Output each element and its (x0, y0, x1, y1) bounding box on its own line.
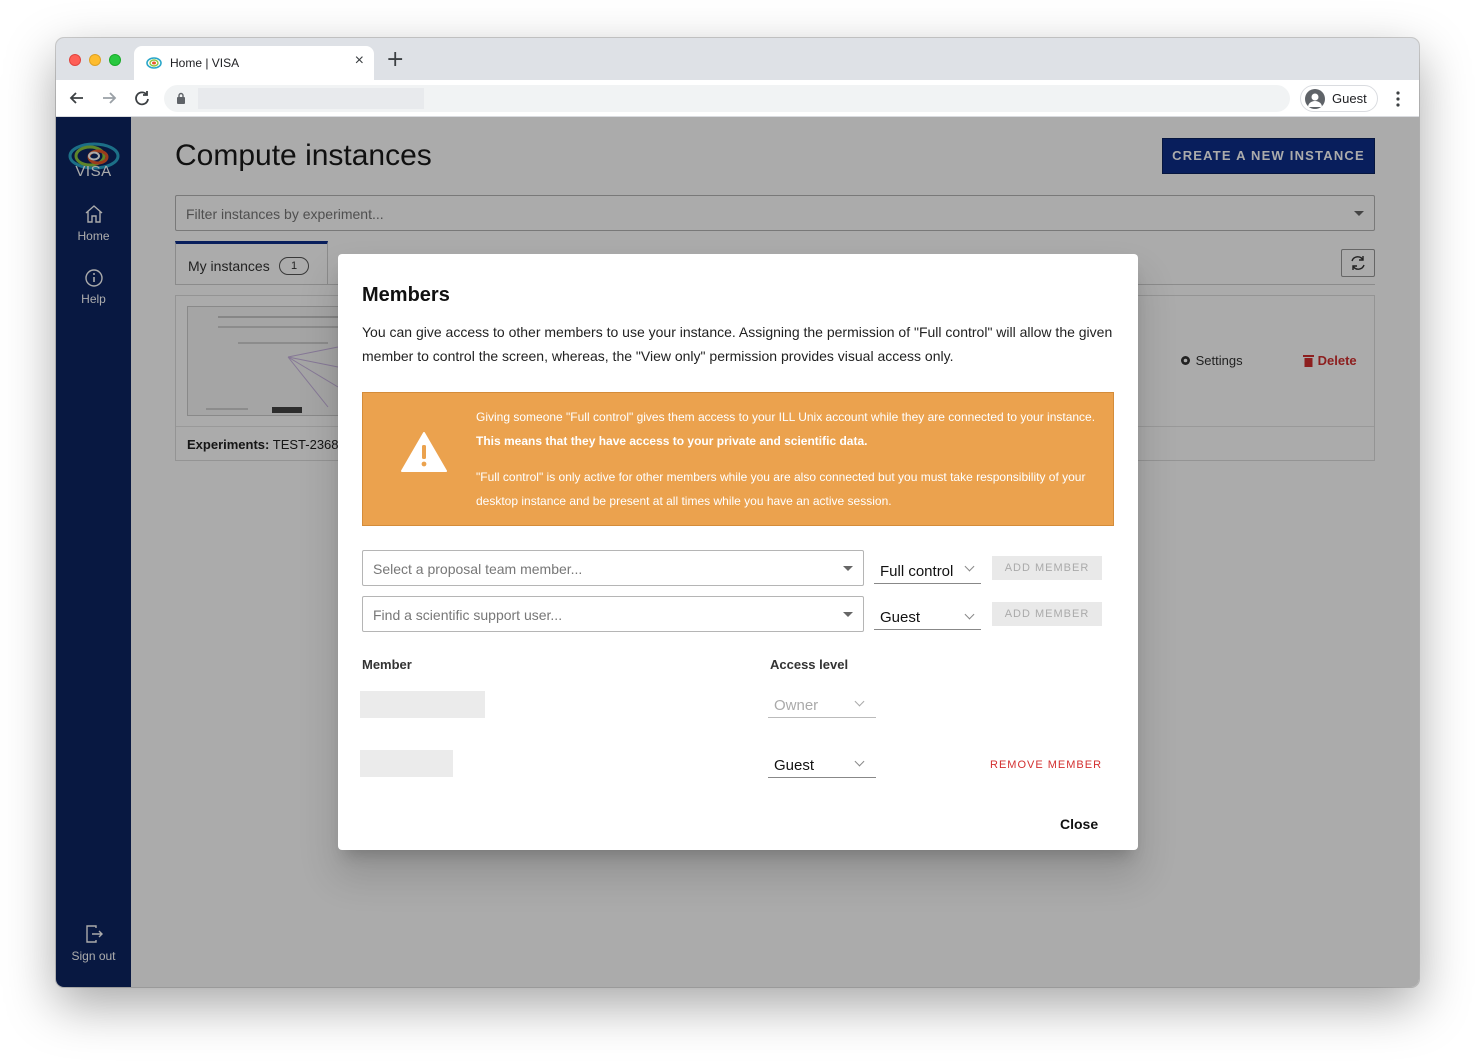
more-menu-icon[interactable] (1390, 89, 1406, 109)
caret-down-icon (843, 612, 853, 617)
avatar-icon (1305, 89, 1325, 109)
access-level-value: Guest (774, 757, 815, 774)
member-name-redacted (360, 750, 453, 777)
address-bar[interactable] (164, 85, 1290, 112)
remove-member-button[interactable]: REMOVE MEMBER (990, 759, 1102, 771)
caret-down-icon (843, 566, 853, 571)
permission-value: Full control (880, 563, 954, 580)
back-arrow-icon[interactable] (67, 88, 87, 108)
reload-icon[interactable] (132, 88, 152, 108)
visa-favicon-icon (146, 57, 162, 69)
minimize-window-button[interactable] (89, 54, 101, 66)
forward-arrow-icon[interactable] (99, 88, 119, 108)
members-dialog: Members You can give access to other mem… (338, 254, 1138, 850)
close-window-button[interactable] (69, 54, 81, 66)
chevron-down-icon (964, 561, 975, 572)
select-placeholder: Find a scientific support user... (373, 607, 563, 623)
app-content: VISA Home Help Sign out Compute instance… (56, 117, 1419, 987)
new-tab-button[interactable]: + (386, 47, 404, 72)
maximize-window-button[interactable] (109, 54, 121, 66)
browser-tab[interactable]: Home | VISA × (134, 46, 374, 80)
select-placeholder: Select a proposal team member... (373, 561, 583, 577)
permission-select[interactable]: Full control (874, 554, 981, 584)
access-column-header: Access level (770, 657, 849, 672)
access-level-value: Owner (774, 697, 819, 714)
profile-label: Guest (1332, 91, 1367, 106)
support-user-select[interactable]: Find a scientific support user... (362, 596, 864, 632)
profile-button[interactable]: Guest (1300, 85, 1378, 112)
add-member-button[interactable]: ADD MEMBER (992, 556, 1102, 580)
chevron-down-icon (854, 696, 865, 707)
browser-window: Home | VISA × + Guest VISA Home Help Sig… (56, 38, 1419, 987)
access-level-select: Owner (768, 690, 876, 718)
member-name-redacted (360, 691, 485, 718)
access-level-select[interactable]: Guest (768, 750, 876, 778)
close-button[interactable]: Close (1060, 816, 1098, 832)
chevron-down-icon (964, 609, 975, 620)
warning-line-bold: This means that they have access to your… (476, 434, 868, 448)
warning-box: Giving someone "Full control" gives them… (362, 392, 1114, 526)
member-column-header: Member (362, 657, 412, 672)
dialog-title: Members (362, 284, 450, 306)
proposal-member-select[interactable]: Select a proposal team member... (362, 550, 864, 586)
warning-line: Giving someone "Full control" gives them… (476, 410, 1096, 424)
warning-triangle-icon (401, 432, 447, 472)
lock-icon (177, 92, 185, 104)
tab-title: Home | VISA (170, 56, 240, 70)
tab-strip: Home | VISA × + (56, 38, 1419, 80)
warning-text-2: "Full control" is only active for other … (476, 470, 1086, 508)
chevron-down-icon (854, 756, 865, 767)
permission-value: Guest (880, 609, 921, 626)
dialog-description: You can give access to other members to … (362, 324, 1113, 364)
add-member-button[interactable]: ADD MEMBER (992, 602, 1102, 626)
url-redacted (198, 88, 424, 109)
warning-text-1: Giving someone "Full control" gives them… (476, 405, 1101, 453)
browser-toolbar: Guest (56, 80, 1419, 117)
permission-select[interactable]: Guest (874, 600, 981, 630)
tab-close-icon[interactable]: × (355, 52, 364, 70)
